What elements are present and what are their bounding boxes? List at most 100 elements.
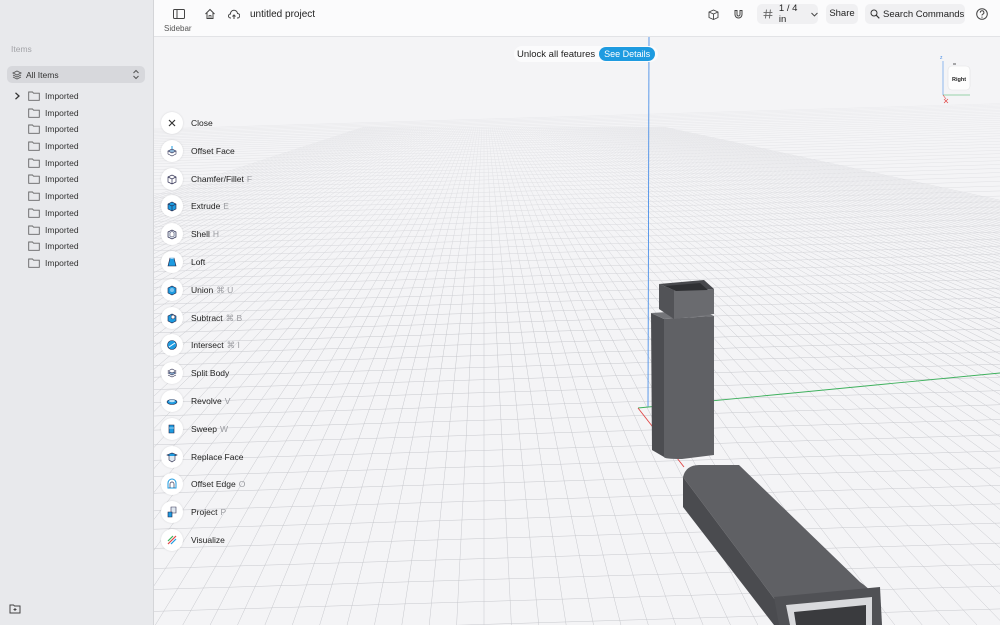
tool-label-text: Shell: [191, 229, 210, 240]
tool-icon-button[interactable]: [161, 139, 183, 162]
tool-icon-button[interactable]: [161, 195, 183, 218]
tool-chamfer-fillet[interactable]: Chamfer/Fillet F: [161, 165, 301, 193]
tool-shortcut: ⌘ U: [216, 284, 234, 295]
tool-loft[interactable]: Loft: [161, 248, 301, 276]
tool-intersect[interactable]: Intersect ⌘ I: [161, 331, 301, 359]
loft-icon: [167, 257, 177, 267]
tool-icon-button[interactable]: [161, 278, 183, 301]
replace-face-icon: [166, 452, 178, 462]
extrude-icon: [167, 202, 177, 212]
tool-visualize[interactable]: Visualize: [161, 526, 301, 554]
tree-item-label: Imported: [45, 224, 79, 235]
tool-icon-button[interactable]: [161, 223, 183, 246]
chevron-updown-icon: [133, 69, 139, 80]
grid-hash-icon: [763, 9, 773, 19]
see-details-button[interactable]: See Details: [599, 47, 656, 61]
3d-viewport[interactable]: Unlock all features See Details z Right …: [154, 37, 1000, 625]
chamfer-fillet-icon: [167, 174, 177, 184]
folder-icon: [28, 258, 40, 268]
tool-label: Chamfer/Fillet F: [191, 174, 252, 184]
tool-icon-button[interactable]: [161, 362, 183, 385]
tool-icon-button[interactable]: [161, 306, 183, 329]
tree-item[interactable]: Imported: [0, 121, 153, 138]
tool-palette: Close Offset Face Chamfer/Fillet F Extrude E S…: [161, 109, 301, 554]
top-toolbar: Sidebar untitled project 1 / 4 in Share …: [154, 0, 1000, 37]
stack-icon: [12, 69, 22, 80]
sidebar-toggle-label: Sidebar: [164, 24, 192, 33]
share-button[interactable]: Share: [826, 4, 858, 24]
tree-item[interactable]: Imported: [0, 171, 153, 188]
tool-project[interactable]: Project P: [161, 498, 301, 526]
tool-label-text: Chamfer/Fillet: [191, 173, 244, 184]
tool-label-text: Loft: [191, 256, 206, 267]
tree-item[interactable]: Imported: [0, 255, 153, 272]
tool-revolve[interactable]: Revolve V: [161, 387, 301, 415]
search-icon: [870, 9, 880, 19]
new-folder-icon[interactable]: [9, 603, 21, 614]
view-cube[interactable]: z Right: [940, 55, 984, 105]
tool-icon-button[interactable]: [161, 417, 183, 440]
tool-replace-face[interactable]: Replace Face: [161, 443, 301, 471]
tree-item-label: Imported: [45, 241, 79, 252]
tool-union[interactable]: Union ⌘ U: [161, 276, 301, 304]
offset-face-icon: [167, 145, 177, 157]
tool-offset-edge[interactable]: Offset Edge O: [161, 470, 301, 498]
tool-offset-face[interactable]: Offset Face: [161, 137, 301, 165]
tool-shortcut: E: [223, 201, 229, 212]
tool-label-text: Intersect: [191, 340, 224, 351]
tree-item[interactable]: Imported: [0, 105, 153, 122]
tree-item[interactable]: Imported: [0, 222, 153, 239]
project-title[interactable]: untitled project: [250, 9, 315, 20]
tool-label: Sweep W: [191, 424, 228, 434]
tree-item-label: Imported: [45, 207, 79, 218]
tool-label-text: Offset Face: [191, 145, 235, 156]
tree-item[interactable]: Imported: [0, 188, 153, 205]
tree-item[interactable]: Imported: [0, 155, 153, 172]
tool-close[interactable]: Close: [161, 109, 301, 137]
tool-sweep[interactable]: Sweep W: [161, 415, 301, 443]
snap-magnet-icon[interactable]: [733, 9, 744, 20]
materials-cube-icon[interactable]: [708, 9, 719, 20]
tool-label: Project P: [191, 507, 226, 517]
tool-icon-button[interactable]: [161, 389, 183, 412]
sidebar-toggle-icon[interactable]: [173, 9, 185, 19]
cap-body[interactable]: [651, 280, 714, 459]
tool-icon-button[interactable]: [161, 445, 183, 468]
grid-size-dropdown[interactable]: 1 / 4 in: [757, 3, 818, 25]
tool-extrude[interactable]: Extrude E: [161, 192, 301, 220]
tool-icon-button[interactable]: [161, 528, 183, 551]
unlock-banner: Unlock all features See Details: [514, 46, 659, 62]
unlock-text: Unlock all features: [517, 48, 596, 60]
tool-shortcut: O: [238, 479, 246, 490]
tree-item[interactable]: Imported: [0, 205, 153, 222]
folder-icon: [28, 208, 40, 218]
tool-icon-button[interactable]: [161, 250, 183, 273]
tool-split-body[interactable]: Split Body: [161, 359, 301, 387]
tool-shortcut: W: [220, 423, 229, 434]
cloud-upload-icon[interactable]: [228, 9, 240, 20]
tool-icon-button[interactable]: [161, 473, 183, 496]
search-commands-label: Search Commands: [883, 8, 965, 20]
tool-label: Shell H: [191, 229, 219, 239]
tool-icon-button[interactable]: [161, 501, 183, 524]
tree-item-label: Imported: [45, 91, 79, 101]
help-icon[interactable]: [976, 8, 988, 20]
chevron-right-icon[interactable]: [14, 92, 21, 100]
folder-icon: [28, 241, 40, 251]
tool-shell[interactable]: Shell H: [161, 220, 301, 248]
all-items-selector[interactable]: All Items: [7, 66, 145, 83]
tool-icon-button[interactable]: [161, 334, 183, 357]
search-commands-button[interactable]: Search Commands: [865, 4, 965, 24]
tool-icon-button[interactable]: [161, 167, 183, 190]
project-icon: [167, 506, 177, 518]
tree-item[interactable]: Imported: [0, 138, 153, 155]
tree-item[interactable]: Imported: [0, 238, 153, 255]
home-icon[interactable]: [204, 8, 216, 20]
tree-item[interactable]: Imported: [0, 88, 153, 105]
tool-subtract[interactable]: Subtract ⌘ B: [161, 304, 301, 332]
tool-shortcut: V: [224, 395, 231, 406]
folder-icon: [28, 158, 40, 168]
tool-label: Split Body: [191, 368, 229, 378]
tool-label: Subtract ⌘ B: [191, 313, 242, 324]
tool-icon-button[interactable]: [161, 112, 183, 134]
